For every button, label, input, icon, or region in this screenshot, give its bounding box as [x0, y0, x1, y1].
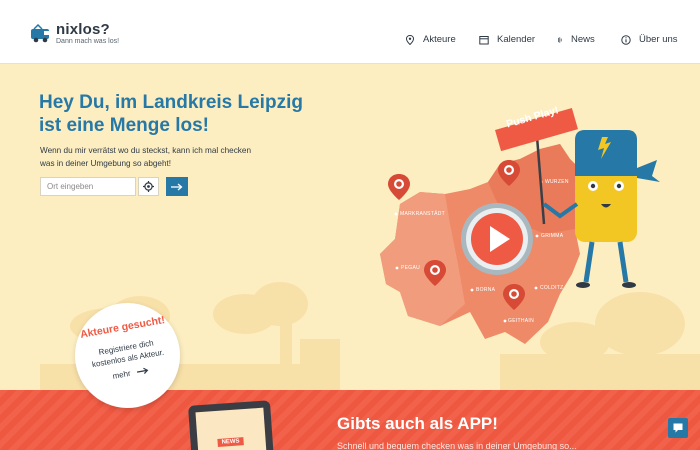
hero-title-line1: Hey Du, im Landkreis Leipzig	[39, 92, 303, 113]
nav-label-news: News	[571, 34, 595, 45]
app-promo-title: Gibts auch als APP!	[337, 414, 498, 433]
feedback-button[interactable]	[668, 418, 688, 438]
news-icon	[558, 36, 562, 43]
map-label-grimma: GRIMMA	[541, 233, 564, 239]
nav-item-kalender[interactable]: Kalender	[479, 34, 535, 45]
arrow-right-icon	[171, 183, 183, 190]
hero-title: Hey Du, im Landkreis Leipzig ist eine Me…	[39, 91, 329, 137]
nav-label-kalender: Kalender	[497, 34, 536, 45]
hero-text: Wenn du mir verrätst wo du steckst, kann…	[40, 144, 270, 170]
search-submit-button[interactable]	[166, 177, 188, 196]
nav-label-ueber-uns: Über uns	[639, 34, 678, 45]
badge-more-label: mehr	[111, 368, 132, 381]
crosshair-icon	[143, 181, 154, 192]
nav-item-akteure[interactable]: Akteure	[405, 34, 456, 45]
locate-me-button[interactable]	[138, 177, 159, 196]
hero-title-line2: ist eine Menge los!	[39, 115, 209, 136]
hero-text-line2: was in deiner Umgebung so abgeht!	[40, 159, 172, 168]
map-label-colditz: COLDITZ	[540, 285, 564, 291]
tablet-news-label: NEWS	[217, 437, 244, 447]
map-label-pegau: PEGAU	[401, 265, 421, 271]
site-header: nixlos? Dann mach was los! Akteure Kalen…	[0, 0, 700, 64]
map-label-markranstaedt: MARKRANSTÄDT	[400, 211, 445, 217]
tablet-screen: NEWS	[195, 407, 267, 450]
tablet-illustration: NEWS	[188, 400, 274, 450]
map-label-borna: BORNA	[476, 287, 496, 293]
info-icon	[621, 34, 631, 45]
location-pin-icon	[405, 34, 415, 45]
van-logo-icon	[31, 23, 49, 42]
map-label-wurzen: WURZEN	[545, 179, 569, 185]
hero-text-line1: Wenn du mir verrätst wo du steckst, kann…	[40, 146, 251, 155]
nav-item-news[interactable]: News	[557, 34, 595, 45]
logo-name: nixlos?	[56, 21, 110, 38]
calendar-icon	[479, 35, 489, 44]
arrow-right-icon	[136, 368, 149, 375]
feedback-icon	[673, 423, 683, 433]
nav-label-akteure: Akteure	[423, 34, 456, 45]
map-label-geithain: GEITHAIN	[508, 318, 535, 324]
nav-item-ueber-uns[interactable]: Über uns	[621, 34, 678, 45]
location-search-input[interactable]	[40, 177, 136, 196]
logo-tagline: Dann mach was los!	[56, 38, 120, 45]
logo[interactable]: nixlos? Dann mach was los!	[30, 22, 119, 45]
app-promo-subtitle: Schnell und bequem checken was in deiner…	[337, 441, 577, 450]
play-video-button[interactable]	[461, 203, 533, 275]
